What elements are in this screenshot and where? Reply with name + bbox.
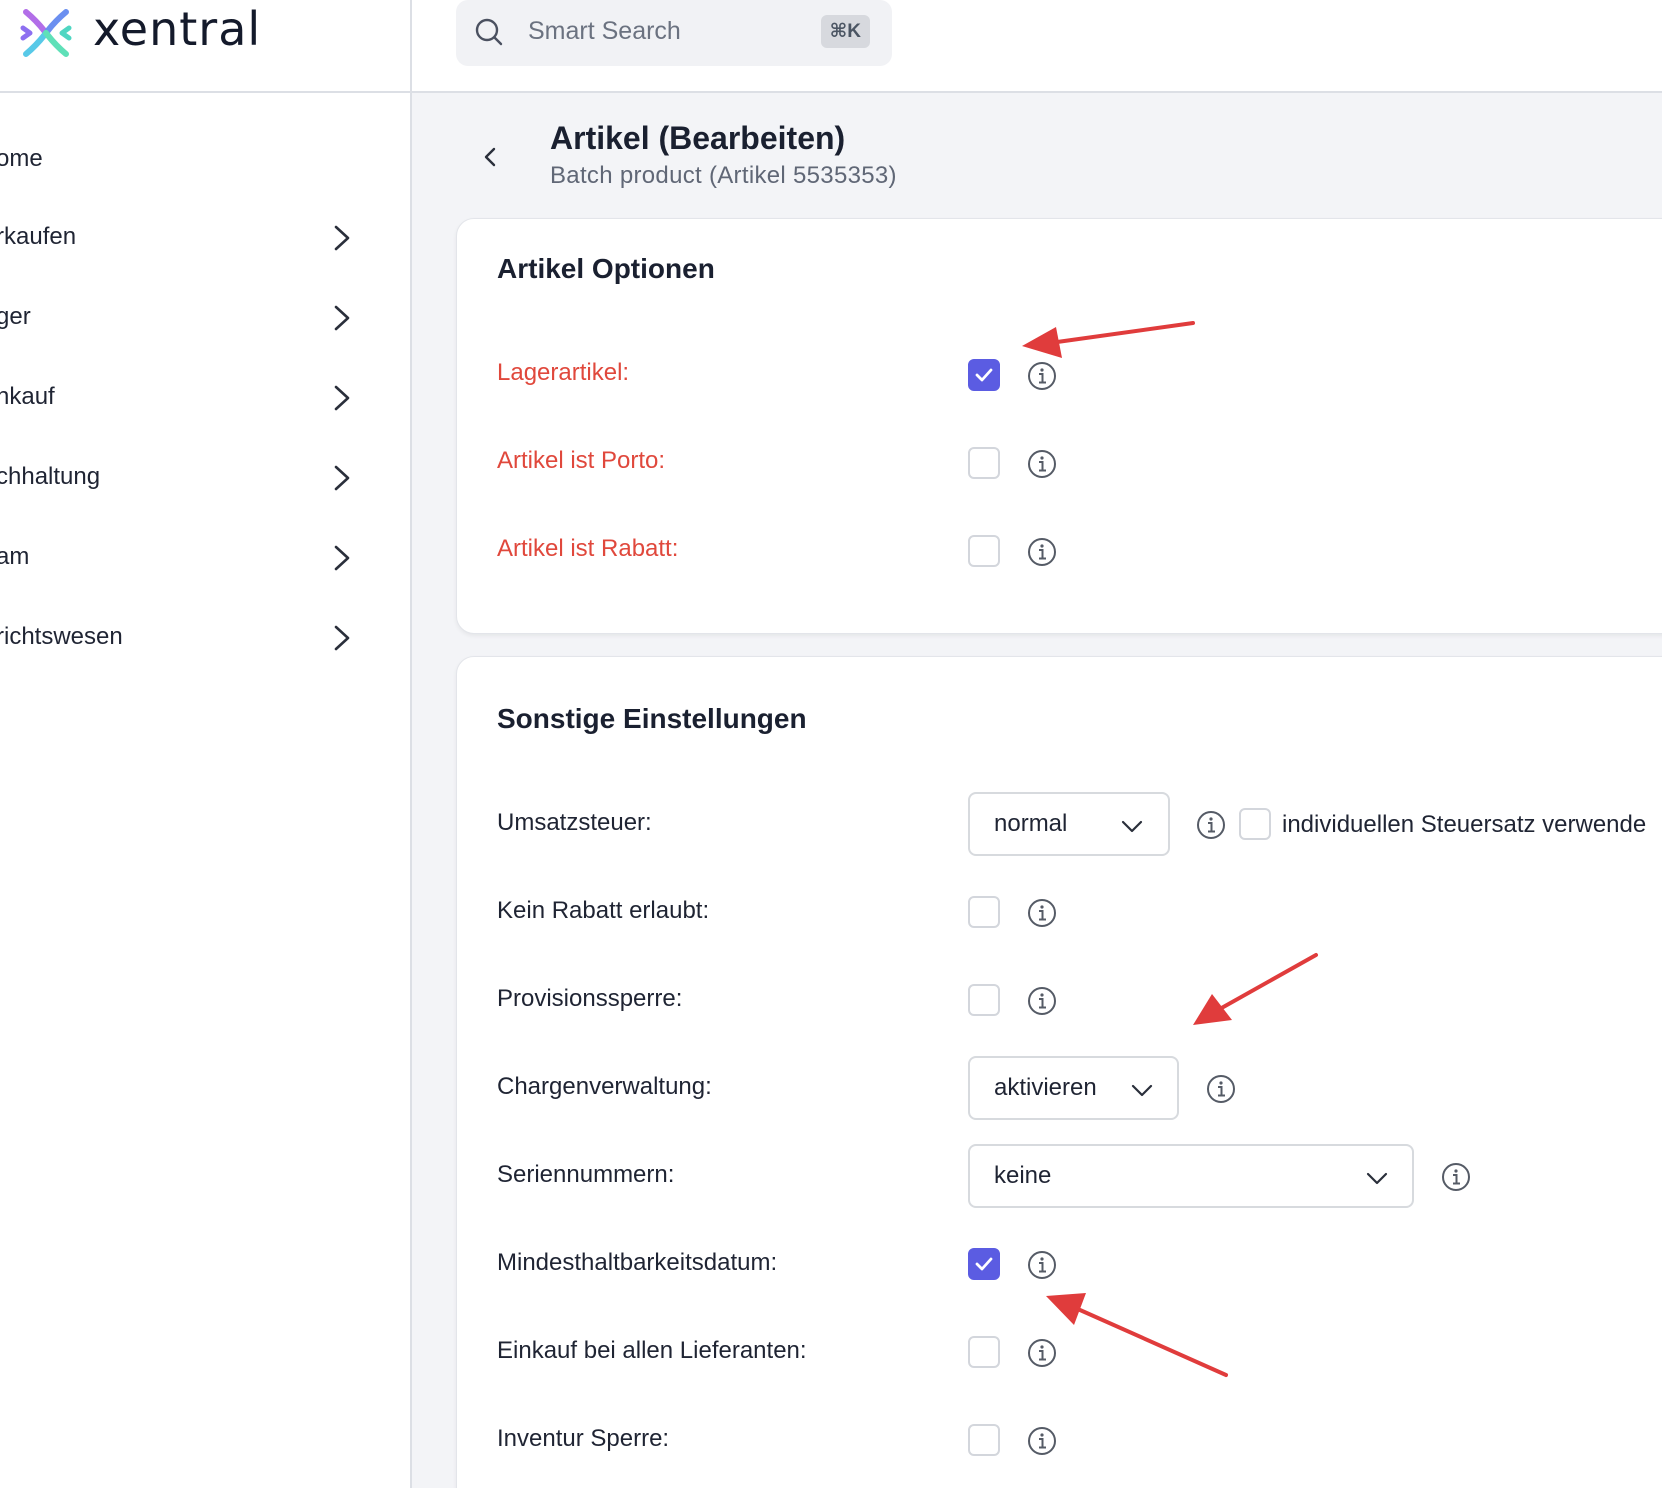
info-icon[interactable] xyxy=(1027,537,1057,567)
artikel-porto-label: Artikel ist Porto: xyxy=(497,447,666,474)
inventur-sperre-label: Inventur Sperre: xyxy=(497,1425,670,1452)
artikel-rabatt-checkbox[interactable] xyxy=(968,535,1000,567)
sidebar-item-lager[interactable]: ger xyxy=(0,287,410,347)
select-value: normal xyxy=(994,810,1068,837)
sidebar-item-berichtswesen[interactable]: richtswesen xyxy=(0,607,410,667)
individueller-steuersatz-checkbox[interactable] xyxy=(1239,808,1271,840)
info-icon[interactable] xyxy=(1027,1250,1057,1280)
card-title: Artikel Optionen xyxy=(497,253,715,284)
mindesthaltbarkeitsdatum-checkbox[interactable] xyxy=(968,1248,1000,1280)
lagerartikel-checkbox[interactable] xyxy=(968,359,1000,391)
kein-rabatt-label: Kein Rabatt erlaubt: xyxy=(497,897,710,924)
sidebar-item-buchhaltung[interactable]: chhaltung xyxy=(0,447,410,507)
select-value: aktivieren xyxy=(994,1074,1097,1101)
inventur-sperre-checkbox[interactable] xyxy=(968,1424,1000,1456)
info-icon[interactable] xyxy=(1441,1162,1471,1192)
sidebar-item-home[interactable]: ome xyxy=(0,129,410,189)
sidebar-item-label: nkauf xyxy=(0,383,55,410)
umsatzsteuer-select[interactable]: normal xyxy=(968,792,1170,856)
provisionssperre-checkbox[interactable] xyxy=(968,984,1000,1016)
seriennummern-label: Seriennummern: xyxy=(497,1161,675,1188)
artikel-porto-checkbox[interactable] xyxy=(968,447,1000,479)
sidebar-item-label: ome xyxy=(0,145,43,172)
sonstige-einstellungen-card: Sonstige Einstellungen Umsatzsteuer: nor… xyxy=(456,656,1662,1488)
lagerartikel-label: Lagerartikel: xyxy=(497,359,630,386)
back-button[interactable] xyxy=(478,142,502,172)
chevron-right-icon xyxy=(334,305,350,331)
chevron-right-icon xyxy=(334,225,350,251)
einkauf-alle-lieferanten-checkbox[interactable] xyxy=(968,1336,1000,1368)
individueller-steuersatz-label: individuellen Steuersatz verwende xyxy=(1282,811,1647,838)
info-icon[interactable] xyxy=(1027,449,1057,479)
sidebar-item-einkauf[interactable]: nkauf xyxy=(0,367,410,427)
info-icon[interactable] xyxy=(1206,1074,1236,1104)
seriennummern-select[interactable]: keine xyxy=(968,1144,1414,1208)
smart-search-bar[interactable]: Smart Search ⌘K xyxy=(456,0,892,66)
umsatzsteuer-label: Umsatzsteuer: xyxy=(497,809,652,836)
logo-area: xentral xyxy=(0,0,412,93)
kein-rabatt-checkbox[interactable] xyxy=(968,896,1000,928)
sidebar: ome rkaufen ger nkauf chhaltung am richt… xyxy=(0,93,412,1488)
chargenverwaltung-select[interactable]: aktivieren xyxy=(968,1056,1179,1120)
chevron-down-icon xyxy=(1366,1172,1388,1185)
chevron-right-icon xyxy=(334,625,350,651)
page-subtitle: Batch product (Artikel 5535353) xyxy=(550,162,897,189)
sidebar-item-label: am xyxy=(0,543,30,570)
brand-name: xentral xyxy=(93,2,262,56)
select-value: keine xyxy=(994,1162,1052,1189)
sidebar-item-label: chhaltung xyxy=(0,463,101,490)
sidebar-item-label: richtswesen xyxy=(0,623,123,650)
einkauf-alle-lieferanten-label: Einkauf bei allen Lieferanten: xyxy=(497,1337,807,1364)
info-icon[interactable] xyxy=(1027,898,1057,928)
chargenverwaltung-label: Chargenverwaltung: xyxy=(497,1073,712,1100)
sidebar-item-verkaufen[interactable]: rkaufen xyxy=(0,207,410,267)
search-placeholder: Smart Search xyxy=(528,17,681,45)
info-icon[interactable] xyxy=(1196,810,1226,840)
chevron-right-icon xyxy=(334,545,350,571)
checkmark-icon xyxy=(975,368,993,382)
checkmark-icon xyxy=(975,1257,993,1271)
page-title: Artikel (Bearbeiten) xyxy=(550,120,846,156)
mindesthaltbarkeitsdatum-label: Mindesthaltbarkeitsdatum: xyxy=(497,1249,778,1276)
artikel-rabatt-label: Artikel ist Rabatt: xyxy=(497,535,679,562)
info-icon[interactable] xyxy=(1027,361,1057,391)
chevron-right-icon xyxy=(334,385,350,411)
provisionssperre-label: Provisionssperre: xyxy=(497,985,683,1012)
info-icon[interactable] xyxy=(1027,1338,1057,1368)
chevron-down-icon xyxy=(1121,820,1143,833)
search-icon xyxy=(475,18,503,46)
sidebar-item-label: ger xyxy=(0,303,31,330)
top-bar: xentral Smart Search ⌘K xyxy=(0,0,1662,93)
info-icon[interactable] xyxy=(1027,1426,1057,1456)
chevron-right-icon xyxy=(334,465,350,491)
chevron-down-icon xyxy=(1131,1084,1153,1097)
sidebar-item-label: rkaufen xyxy=(0,223,77,250)
card-title: Sonstige Einstellungen xyxy=(497,703,807,734)
artikel-optionen-card: Artikel Optionen Lagerartikel: Artikel i… xyxy=(456,218,1662,634)
info-icon[interactable] xyxy=(1027,986,1057,1016)
search-shortcut-badge: ⌘K xyxy=(820,15,870,48)
sidebar-item-team[interactable]: am xyxy=(0,527,410,587)
xentral-logo-icon xyxy=(20,9,72,57)
